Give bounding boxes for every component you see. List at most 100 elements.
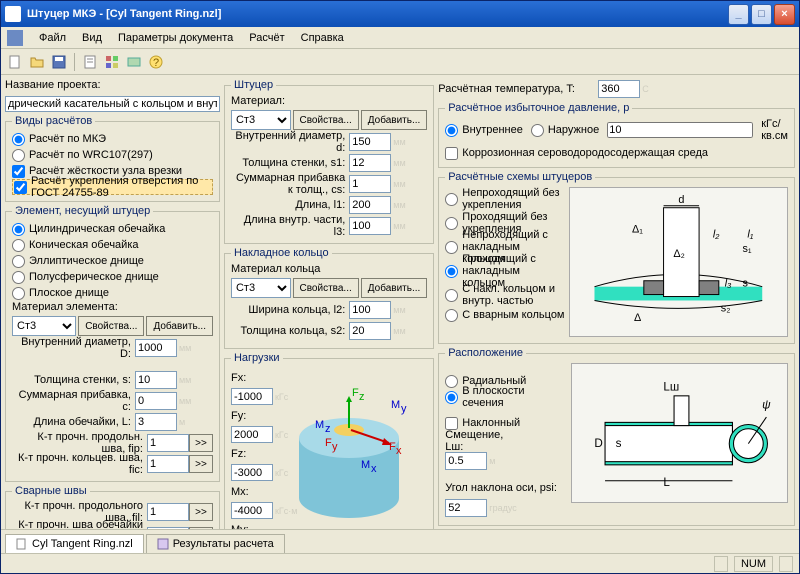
nozzle-l3-input[interactable] — [349, 217, 391, 235]
minimize-button[interactable]: _ — [728, 4, 749, 25]
pressure-input[interactable] — [607, 122, 753, 138]
menu-help[interactable]: Справка — [293, 30, 352, 46]
tab-document[interactable]: Cyl Tangent Ring.nzl — [5, 534, 144, 553]
nozzle-cs-input[interactable] — [349, 175, 391, 193]
project-name-input[interactable] — [5, 96, 220, 112]
svg-text:Lш: Lш — [664, 381, 680, 394]
calc-stiffness-check[interactable] — [12, 165, 25, 178]
nozzle-props-button[interactable]: Свойства... — [293, 110, 359, 130]
elem-d-input[interactable] — [135, 339, 177, 357]
place-incl-check[interactable] — [445, 417, 458, 430]
svg-text:Δ₁: Δ₁ — [632, 223, 643, 235]
seams-group: Сварные швы К-т прочн. продольного шва, … — [5, 485, 220, 529]
seam-fil-input[interactable] — [147, 503, 189, 521]
nozzle-l1-input[interactable] — [349, 196, 391, 214]
svg-text:M: M — [361, 459, 370, 471]
calc-reinforce-check[interactable] — [14, 181, 27, 194]
app-icon — [5, 6, 21, 22]
ring-group: Накладное кольцо Материал кольца Ст3 Сво… — [224, 247, 434, 349]
svg-text:s: s — [616, 437, 622, 450]
loads-fz-input[interactable] — [231, 464, 273, 481]
elem-fip-more[interactable]: >> — [189, 434, 213, 452]
elem-add-button[interactable]: Добавить... — [146, 316, 213, 336]
elem-flat-radio[interactable] — [12, 287, 25, 300]
pressure-outer-radio[interactable] — [531, 124, 544, 137]
nozzle-d-input[interactable] — [349, 133, 391, 151]
tool-open[interactable] — [27, 52, 47, 72]
ring-add-button[interactable]: Добавить... — [361, 278, 428, 298]
svg-text:M: M — [315, 419, 324, 431]
scheme-1-radio[interactable] — [445, 193, 458, 206]
elem-mat-label: Материал элемента: — [12, 301, 213, 313]
tool-run[interactable] — [124, 52, 144, 72]
ring-legend: Накладное кольцо — [231, 247, 332, 259]
seam-fil-more[interactable]: >> — [189, 503, 213, 521]
elem-mat-select[interactable]: Ст3 — [12, 316, 76, 336]
menu-doc-params[interactable]: Параметры документа — [110, 30, 241, 46]
main-content: Название проекта: Виды расчётов Расчёт п… — [1, 75, 799, 529]
elem-l-input[interactable] — [135, 413, 177, 431]
toolbar: ? — [1, 49, 799, 75]
scheme-2-radio[interactable] — [445, 217, 458, 230]
scheme-3-radio[interactable] — [445, 241, 458, 254]
maximize-button[interactable]: □ — [751, 4, 772, 25]
tool-settings[interactable] — [102, 52, 122, 72]
status-empty2 — [779, 556, 793, 572]
place-shift-input[interactable] — [445, 452, 487, 470]
svg-text:D: D — [595, 437, 603, 450]
loads-mx-input[interactable] — [231, 502, 273, 519]
nozzle-mat-select[interactable]: Ст3 — [231, 110, 291, 130]
calc-types-group: Виды расчётов Расчёт по МКЭ Расчёт по WR… — [5, 115, 220, 202]
tool-help[interactable]: ? — [146, 52, 166, 72]
loads-fy-input[interactable] — [231, 426, 273, 443]
loads-fx-input[interactable] — [231, 388, 273, 405]
nozzle-s1-input[interactable] — [349, 154, 391, 172]
scheme-4-radio[interactable] — [445, 265, 458, 278]
scheme-5-radio[interactable] — [445, 289, 458, 302]
pressure-corr-check[interactable] — [445, 147, 458, 160]
tool-save[interactable] — [49, 52, 69, 72]
elem-props-button[interactable]: Свойства... — [78, 316, 144, 336]
svg-text:l₃: l₃ — [725, 278, 732, 290]
nozzle-mat-label: Материал: — [231, 95, 427, 107]
element-legend: Элемент, несущий штуцер — [12, 205, 153, 217]
calc-types-legend: Виды расчётов — [12, 115, 95, 127]
pressure-inner-radio[interactable] — [445, 124, 458, 137]
svg-text:M: M — [391, 399, 400, 411]
tool-report[interactable] — [80, 52, 100, 72]
place-section-radio[interactable] — [445, 391, 458, 404]
menu-file[interactable]: Файл — [31, 30, 74, 46]
elem-ellip-radio[interactable] — [12, 255, 25, 268]
placement-legend: Расположение — [445, 347, 526, 359]
menu-system-icon[interactable] — [7, 30, 23, 46]
elem-hemi-radio[interactable] — [12, 271, 25, 284]
scheme-6-radio[interactable] — [445, 309, 458, 322]
loads-legend: Нагрузки — [231, 352, 283, 364]
elem-fic-input[interactable] — [147, 455, 189, 473]
ring-props-button[interactable]: Свойства... — [293, 278, 359, 298]
ring-l2-input[interactable] — [349, 301, 391, 319]
menu-view[interactable]: Вид — [74, 30, 110, 46]
ring-s2-input[interactable] — [349, 322, 391, 340]
document-icon — [16, 538, 28, 550]
elem-fip-input[interactable] — [147, 434, 189, 452]
temp-input[interactable] — [598, 80, 640, 98]
elem-cone-radio[interactable] — [12, 239, 25, 252]
tab-results[interactable]: Результаты расчета — [146, 534, 285, 553]
nozzle-add-button[interactable]: Добавить... — [361, 110, 428, 130]
window-title: Штуцер МКЭ - [Cyl Tangent Ring.nzl] — [27, 8, 726, 20]
place-angle-input[interactable] — [445, 499, 487, 517]
ring-mat-select[interactable]: Ст3 — [231, 278, 291, 298]
svg-text:L: L — [664, 476, 671, 489]
elem-fic-more[interactable]: >> — [189, 455, 213, 473]
menu-calc[interactable]: Расчёт — [241, 30, 292, 46]
elem-s-input[interactable] — [135, 371, 177, 389]
elem-c-input[interactable] — [135, 392, 177, 410]
place-radial-radio[interactable] — [445, 375, 458, 388]
elem-cyl-radio[interactable] — [12, 223, 25, 236]
svg-text:s₂: s₂ — [721, 302, 731, 314]
calc-wrc-radio[interactable] — [12, 149, 25, 162]
calc-mke-radio[interactable] — [12, 133, 25, 146]
close-button[interactable]: × — [774, 4, 795, 25]
tool-new[interactable] — [5, 52, 25, 72]
